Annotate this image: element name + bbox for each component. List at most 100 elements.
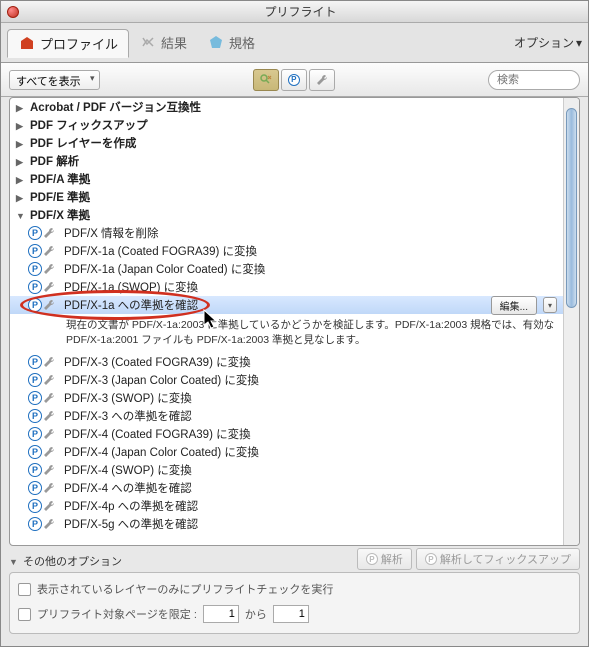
layers-only-row: 表示されているレイヤーのみにプリフライトチェックを実行 [18,581,571,597]
wrench-icon [42,226,56,240]
list-item[interactable]: PPDF/X-3 (Coated FOGRA39) に変換 [10,353,563,371]
item-label: PDF/X-5g への準拠を確認 [64,516,198,532]
filter-dropdown[interactable]: すべてを表示 [9,70,100,90]
group-pdf-fixup[interactable]: PDF フィックスアップ [10,116,563,134]
list-item[interactable]: P PDF/X-4 への準拠を確認 [10,479,563,497]
toolbar: すべてを表示 P [1,63,588,97]
list-item[interactable]: PPDF/X-4 (Coated FOGRA39) に変換 [10,425,563,443]
to-label: から [245,606,267,622]
chevron-down-icon: ▾ [576,36,582,50]
profile-tree: Acrobat / PDF バージョン互換性 PDF フィックスアップ PDF … [9,97,580,546]
group-pdfx[interactable]: PDF/X 準拠 [10,206,563,224]
disclosure-icon [16,156,26,166]
item-icons: P [28,517,60,531]
list-item[interactable]: PPDF/X-3 への準拠を確認 [10,407,563,425]
list-item[interactable]: P PDF/X-5g への準拠を確認 [10,515,563,533]
edit-button[interactable]: 編集... [491,296,537,315]
item-label: PDF/X-4p への準拠を確認 [64,498,198,514]
page-range-row: プリフライト対象ページを限定 : から [18,605,571,623]
scroll-thumb[interactable] [566,108,577,308]
item-menu-button[interactable]: ▾ [543,297,557,313]
item-description: 現在の文書が PDF/X-1a:2003 に準拠しているかどうかを検証します。P… [10,314,563,353]
p-circle-icon: P [28,391,42,405]
page-to-input[interactable] [273,605,309,623]
p-circle-icon: P [28,262,42,276]
analyze-button[interactable]: P 解析 [357,548,412,570]
item-icons: P [28,280,60,294]
disclosure-icon [16,210,26,220]
page-from-input[interactable] [203,605,239,623]
p-circle-icon: P [28,463,42,477]
group-pdf-layers[interactable]: PDF レイヤーを作成 [10,134,563,152]
item-icons: P [28,499,60,513]
tab-results[interactable]: 結果 [129,29,197,56]
p-circle-icon: P [28,280,42,294]
wrench-icon [42,298,56,312]
group-pdf-analysis[interactable]: PDF 解析 [10,152,563,170]
item-label: PDF/X-1a (Coated FOGRA39) に変換 [64,243,257,259]
list-item[interactable]: P PDF/X-3 (SWOP) に変換 [10,389,563,407]
scrollbar[interactable] [563,98,579,545]
p-circle-icon: P [425,553,437,565]
view-fixups-button[interactable] [309,69,335,91]
disclosure-icon [9,556,19,566]
disclosure-icon [16,192,26,202]
group-acrobat-pdf[interactable]: Acrobat / PDF バージョン互換性 [10,98,563,116]
group-pdfa[interactable]: PDF/A 準拠 [10,170,563,188]
item-label: PDF/X-4 (SWOP) に変換 [64,462,192,478]
item-pdfx1a-verify[interactable]: P PDF/X-1a への準拠を確認 編集... ▾ [10,296,563,314]
item-icons: P [28,445,60,459]
list-item[interactable]: P PDF/X-4 (SWOP) に変換 [10,461,563,479]
tab-label: 結果 [161,33,187,52]
tab-bar: プロファイル 結果 規格 オプション ▾ [1,23,588,63]
view-checks-button[interactable]: P [281,69,307,91]
item-label: PDF/X-3 (Japan Color Coated) に変換 [64,372,259,388]
item-label: PDF/X-1a への準拠を確認 [64,297,198,313]
layers-only-checkbox[interactable] [18,583,31,596]
options-label: オプション [514,34,574,51]
item-label: PDF/X-4 への準拠を確認 [64,480,192,496]
page-range-label: プリフライト対象ページを限定 : [37,606,197,622]
wrench-icon [42,373,56,387]
list-item[interactable]: P PDF/X-1a (Japan Color Coated) に変換 [10,260,563,278]
view-all-button[interactable] [253,69,279,91]
p-circle-icon: P [28,373,42,387]
tab-profile[interactable]: プロファイル [7,29,129,58]
filter-value: すべてを表示 [16,76,81,88]
p-circle-icon: P [28,445,42,459]
search-input[interactable] [488,70,580,90]
options-menu[interactable]: オプション ▾ [514,34,582,51]
other-options-toggle[interactable]: その他のオプション P 解析 P 解析してフィックスアップ [9,550,580,572]
list-item[interactable]: P PDF/X-4p への準拠を確認 [10,497,563,515]
footer: その他のオプション P 解析 P 解析してフィックスアップ 表示されているレイヤ… [9,550,580,638]
tab-standards[interactable]: 規格 [197,29,265,56]
wrench-icon [42,517,56,531]
page-range-checkbox[interactable] [18,608,31,621]
list-item[interactable]: PPDF/X 情報を削除 [10,224,563,242]
item-label: PDF/X-4 (Japan Color Coated) に変換 [64,444,259,460]
other-options-label: その他のオプション [23,553,122,569]
p-circle-icon: P [288,74,300,86]
item-icons: P [28,427,60,441]
item-icons: P [28,409,60,423]
tree-content: Acrobat / PDF バージョン互換性 PDF フィックスアップ PDF … [10,98,563,545]
analyze-fix-button[interactable]: P 解析してフィックスアップ [416,548,580,570]
group-pdfe[interactable]: PDF/E 準拠 [10,188,563,206]
list-item[interactable]: P PDF/X-3 (Japan Color Coated) に変換 [10,371,563,389]
list-item[interactable]: PPDF/X-1a (Coated FOGRA39) に変換 [10,242,563,260]
close-button[interactable] [7,6,19,18]
item-label: PDF/X-3 (SWOP) に変換 [64,390,192,406]
list-item[interactable]: P PDF/X-4 (Japan Color Coated) に変換 [10,443,563,461]
item-icons: P [28,463,60,477]
tab-label: 規格 [229,33,255,52]
results-icon [139,34,157,52]
wrench-icon [42,409,56,423]
wrench-icon [42,355,56,369]
titlebar: プリフライト [1,1,588,23]
disclosure-icon [16,102,26,112]
wrench-icon [42,244,56,258]
item-label: PDF/X-1a (Japan Color Coated) に変換 [64,261,265,277]
p-circle-icon: P [28,481,42,495]
list-item[interactable]: PPDF/X-1a (SWOP) に変換 [10,278,563,296]
p-circle-icon: P [28,355,42,369]
